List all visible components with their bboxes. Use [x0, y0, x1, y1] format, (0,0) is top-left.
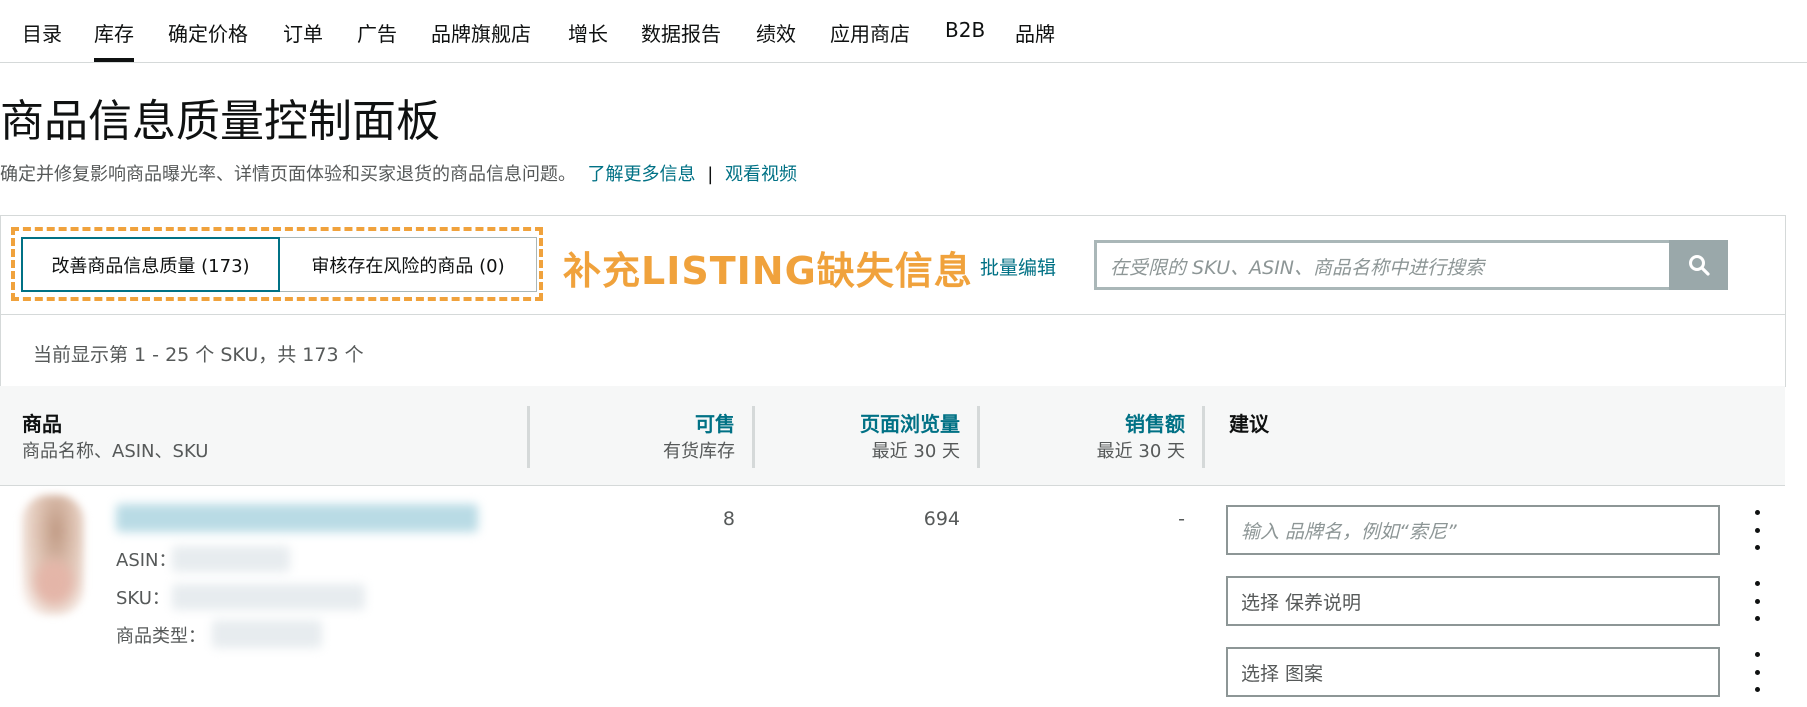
- column-header-sales[interactable]: 销售额: [995, 408, 1185, 437]
- search-placeholder: 在受限的 SKU、ASIN、商品名称中进行搜索: [1110, 257, 1485, 279]
- nav-item-b2b[interactable]: B2B: [945, 18, 985, 42]
- nav-item-catalog[interactable]: 目录: [22, 18, 62, 47]
- column-subheader-product: 商品名称、ASIN、SKU: [22, 441, 209, 462]
- link-separator: |: [707, 164, 714, 185]
- panel-border: [1785, 215, 1786, 386]
- product-type-label: 商品类型：: [116, 626, 206, 647]
- result-count: 当前显示第 1 - 25 个 SKU，共 173 个: [33, 344, 364, 366]
- learn-more-link[interactable]: 了解更多信息: [587, 164, 695, 185]
- page-views-value: 694: [923, 508, 960, 530]
- nav-item-performance[interactable]: 绩效: [756, 18, 796, 47]
- product-thumbnail-detail: [34, 560, 74, 605]
- nav-item-pricing[interactable]: 确定价格: [168, 18, 248, 47]
- more-options-icon[interactable]: [1750, 652, 1764, 692]
- nav-item-brand-stores[interactable]: 品牌旗舰店: [431, 18, 531, 47]
- column-header-page-views[interactable]: 页面浏览量: [770, 408, 960, 437]
- search-button[interactable]: [1669, 240, 1728, 290]
- product-type-value: [212, 620, 322, 648]
- bulk-edit-link[interactable]: 批量编辑: [980, 253, 1056, 280]
- column-divider: [752, 406, 755, 468]
- sku-value: [172, 584, 365, 610]
- nav-item-brands[interactable]: 品牌: [1015, 18, 1055, 47]
- column-divider: [977, 406, 980, 468]
- page-subtitle: 确定并修复影响商品曝光率、详情页面体验和买家退货的商品信息问题。 了解更多信息 …: [0, 160, 797, 186]
- nav-item-app-store[interactable]: 应用商店: [830, 18, 910, 47]
- column-header-suggestions: 建议: [1229, 412, 1269, 436]
- column-divider: [527, 406, 530, 468]
- column-subheader-available: 有货库存: [663, 441, 735, 462]
- product-title-link[interactable]: [116, 504, 478, 532]
- column-subheader-page-views: 最近 30 天: [871, 441, 960, 462]
- asin-value: [172, 546, 290, 572]
- nav-item-reports[interactable]: 数据报告: [641, 18, 721, 47]
- nav-item-advertising[interactable]: 广告: [357, 18, 397, 47]
- sku-label: SKU：: [116, 588, 170, 609]
- column-header-product: 商品: [22, 412, 62, 436]
- annotation-text: 补充LISTING缺失信息: [563, 249, 973, 293]
- brand-name-input[interactable]: 输入 品牌名，例如“索尼”: [1226, 505, 1720, 555]
- asin-label: ASIN：: [116, 550, 177, 571]
- more-options-icon[interactable]: [1750, 510, 1764, 550]
- nav-item-growth[interactable]: 增长: [568, 18, 608, 47]
- tab-review-at-risk[interactable]: 审核存在风险的商品 (0): [280, 237, 537, 292]
- column-divider: [1202, 406, 1205, 468]
- page-title: 商品信息质量控制面板: [0, 96, 440, 147]
- top-nav: 目录 库存 确定价格 订单 广告 品牌旗舰店 增长 数据报告 绩效 应用商店 B…: [0, 0, 1807, 63]
- watch-video-link[interactable]: 观看视频: [725, 164, 797, 185]
- panel-divider: [1, 314, 1785, 315]
- nav-item-orders[interactable]: 订单: [283, 18, 323, 47]
- pattern-select[interactable]: 选择 图案: [1226, 647, 1720, 697]
- column-header-available[interactable]: 可售: [560, 408, 735, 437]
- care-instructions-select[interactable]: 选择 保养说明: [1226, 576, 1720, 626]
- available-value: 8: [722, 508, 735, 530]
- tab-improve-listing-quality[interactable]: 改善商品信息质量 (173): [21, 237, 280, 292]
- sales-value: -: [1178, 508, 1185, 530]
- nav-item-inventory[interactable]: 库存: [94, 18, 134, 62]
- search-icon: [1688, 255, 1710, 276]
- more-options-icon[interactable]: [1750, 581, 1764, 621]
- column-subheader-sales: 最近 30 天: [1096, 441, 1185, 462]
- subtitle-text: 确定并修复影响商品曝光率、详情页面体验和买家退货的商品信息问题。: [0, 164, 576, 185]
